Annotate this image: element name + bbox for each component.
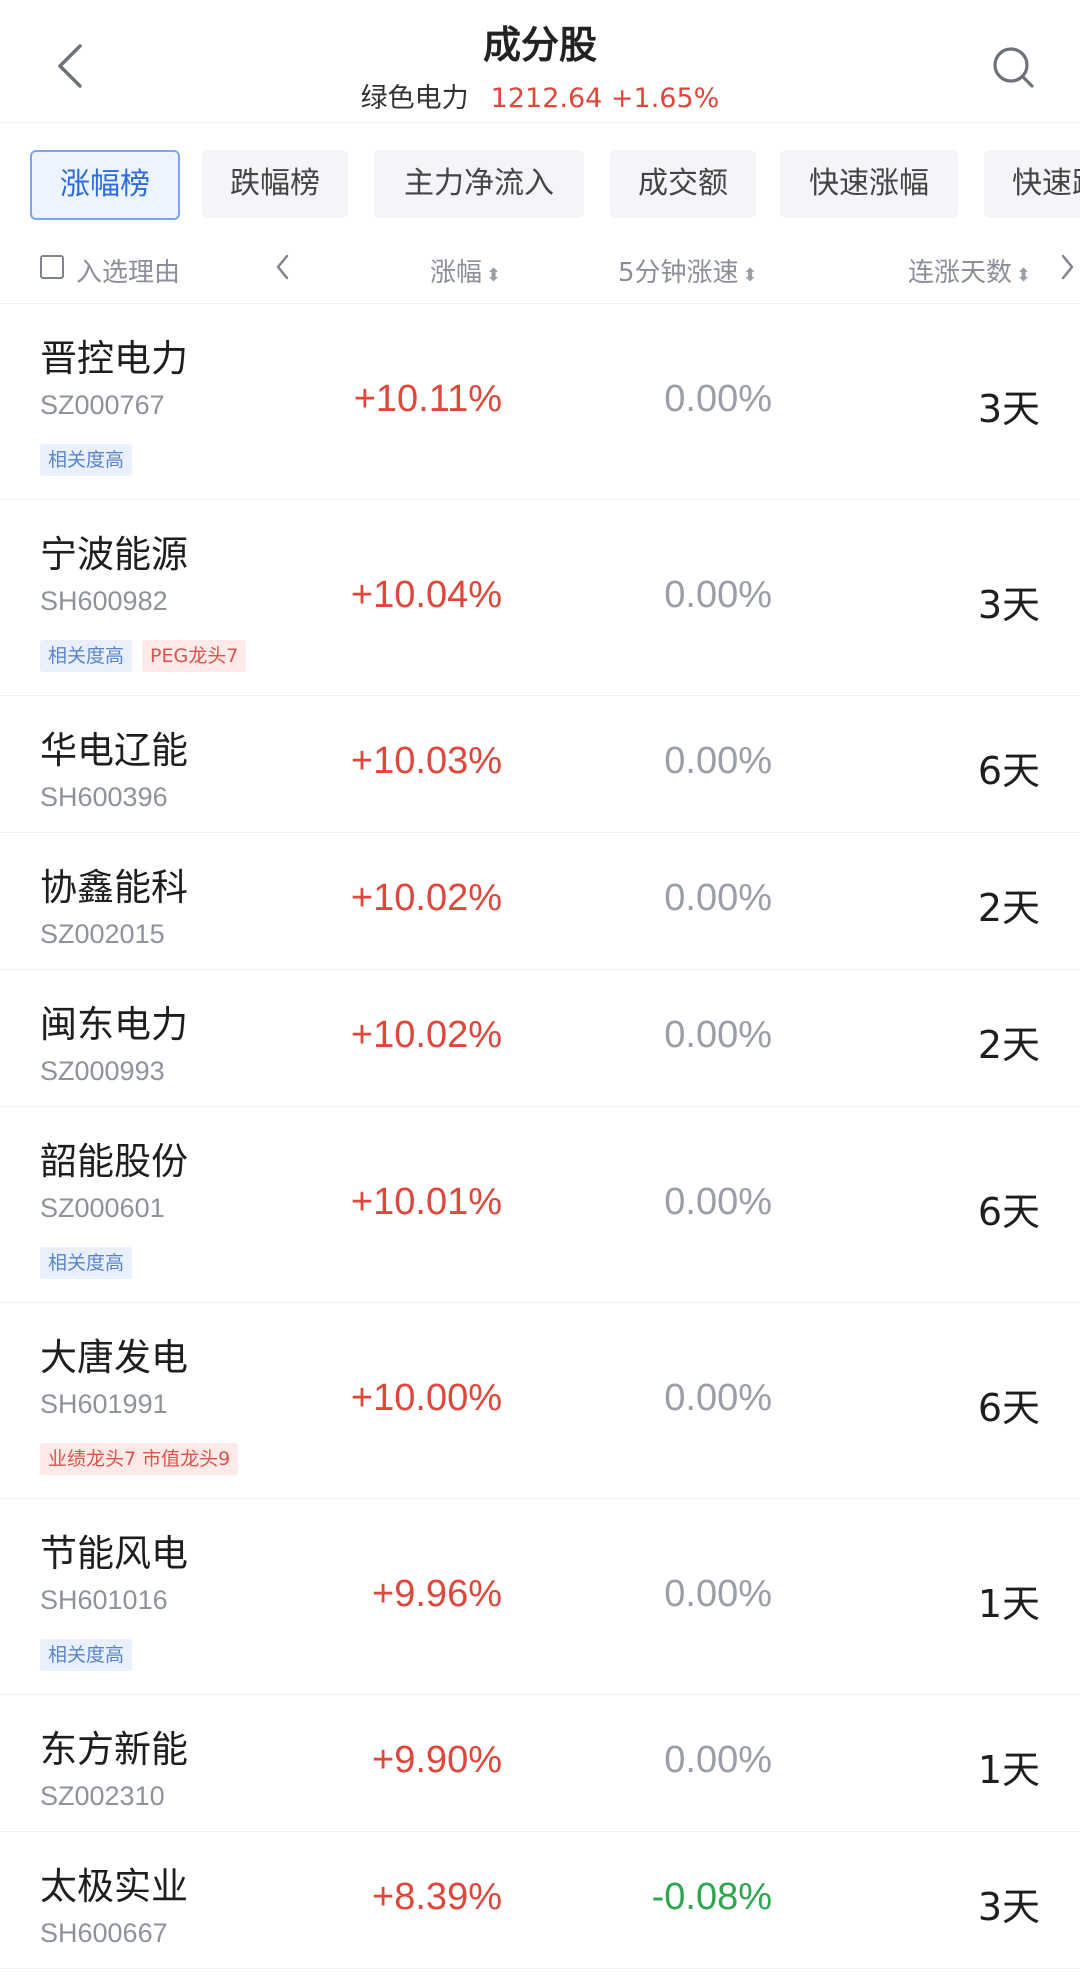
chevron-left-icon[interactable]: [274, 252, 292, 282]
select-checkbox[interactable]: [40, 255, 64, 279]
five-min-speed: 0.00%: [664, 1014, 772, 1056]
change-percent: +10.04%: [350, 574, 502, 616]
stock-code: SZ000993: [40, 1056, 165, 1086]
stock-row[interactable]: 东方新能 SZ002310 +9.90% 0.00% 1天: [0, 1695, 1080, 1832]
tab-turnover[interactable]: 成交额: [610, 150, 756, 218]
consecutive-days: 6天: [977, 1190, 1040, 1234]
stock-tags: 相关度高: [40, 1639, 142, 1671]
index-price: 1212.64: [490, 83, 603, 114]
stock-row[interactable]: 华电辽能 SH600396 +10.03% 0.00% 6天: [0, 696, 1080, 833]
index-summary: 绿色电力 1212.64 +1.65%: [0, 76, 1080, 115]
stock-code: SH601016: [40, 1585, 168, 1615]
consecutive-days: 2天: [977, 1023, 1040, 1067]
search-icon[interactable]: [990, 44, 1036, 90]
five-min-speed: 0.00%: [664, 1377, 772, 1419]
stock-code: SH601991: [40, 1389, 168, 1419]
change-percent: +10.02%: [350, 877, 502, 919]
sort-icon: ⬍: [742, 265, 758, 286]
consecutive-days: 3天: [977, 1885, 1040, 1929]
consecutive-days: 1天: [977, 1582, 1040, 1626]
stock-tags: 相关度高: [40, 1247, 142, 1279]
chevron-right-icon[interactable]: [1058, 252, 1076, 282]
column-5min-speed[interactable]: 5分钟涨速 ⬍: [618, 252, 758, 289]
stock-row[interactable]: 晋控电力 SZ000767 相关度高 +10.11% 0.00% 3天: [0, 304, 1080, 500]
stock-code: SZ002310: [40, 1781, 165, 1811]
index-change: +1.65%: [610, 83, 720, 114]
five-min-speed: 0.00%: [664, 1181, 772, 1223]
sort-icon: ⬍: [486, 265, 502, 286]
stock-tags: 业绩龙头7 市值龙头9: [40, 1443, 248, 1475]
stock-tags: 相关度高 PEG龙头7: [40, 640, 256, 672]
reason-tag[interactable]: 相关度高: [40, 640, 133, 672]
stock-code: SH600667: [40, 1918, 168, 1948]
stock-row[interactable]: 节能风电 SH601016 相关度高 +9.96% 0.00% 1天: [0, 1499, 1080, 1695]
column-reason: 入选理由: [76, 258, 181, 288]
reason-tag[interactable]: 相关度高: [40, 1247, 133, 1279]
change-percent: +10.00%: [350, 1377, 502, 1419]
five-min-speed: 0.00%: [664, 574, 772, 616]
stock-name: 太极实业: [40, 1865, 188, 1908]
column-header: 入选理由 涨幅 ⬍ 5分钟涨速 ⬍ 连涨天数 ⬍: [0, 240, 1080, 300]
five-min-speed: 0.00%: [664, 1739, 772, 1781]
consecutive-days: 6天: [977, 749, 1040, 793]
reason-tag[interactable]: PEG龙头7: [142, 640, 247, 672]
five-min-speed: -0.08%: [651, 1876, 772, 1918]
consecutive-days: 2天: [977, 886, 1040, 930]
stock-name: 闽东电力: [40, 1003, 188, 1046]
stock-code: SZ000767: [40, 390, 165, 420]
consecutive-days: 3天: [977, 583, 1040, 627]
change-percent: +10.02%: [350, 1014, 502, 1056]
consecutive-days: 1天: [977, 1748, 1040, 1792]
consecutive-days: 3天: [977, 387, 1040, 431]
column-change[interactable]: 涨幅 ⬍: [430, 252, 501, 289]
stock-code: SZ002015: [40, 919, 165, 949]
stock-name: 华电辽能: [40, 729, 188, 772]
stock-code: SZ000601: [40, 1193, 165, 1223]
change-percent: +10.03%: [350, 740, 502, 782]
change-percent: +9.90%: [372, 1739, 502, 1781]
column-consecutive-days[interactable]: 连涨天数 ⬍: [908, 252, 1031, 289]
reason-tag[interactable]: 业绩龙头7 市值龙头9: [40, 1443, 239, 1475]
five-min-speed: 0.00%: [664, 877, 772, 919]
stock-code: SH600982: [40, 586, 168, 616]
stock-name: 宁波能源: [40, 533, 188, 576]
stock-name: 节能风电: [40, 1532, 188, 1575]
page-title: 成分股: [482, 23, 597, 67]
five-min-speed: 0.00%: [664, 1573, 772, 1615]
change-percent: +10.01%: [350, 1181, 502, 1223]
stock-row[interactable]: 协鑫能科 SZ002015 +10.02% 0.00% 2天: [0, 833, 1080, 970]
ranking-tabs: 涨幅榜 跌幅榜 主力净流入 成交额 快速涨幅 快速跌: [0, 150, 1080, 220]
stock-row[interactable]: 大唐发电 SH601991 业绩龙头7 市值龙头9 +10.00% 0.00% 6天: [0, 1303, 1080, 1499]
top-bar: 成分股 绿色电力 1212.64 +1.65%: [0, 0, 1080, 122]
stock-row[interactable]: 闽东电力 SZ000993 +10.02% 0.00% 2天: [0, 970, 1080, 1107]
stock-row[interactable]: 太极实业 SH600667 +8.39% -0.08% 3天: [0, 1832, 1080, 1969]
stock-name: 晋控电力: [40, 337, 188, 380]
five-min-speed: 0.00%: [664, 740, 772, 782]
stock-tags: 相关度高: [40, 444, 142, 476]
stock-list: 晋控电力 SZ000767 相关度高 +10.11% 0.00% 3天 宁波能源 SH6009…: [0, 304, 1080, 1969]
sort-icon: ⬍: [1016, 265, 1032, 286]
stock-name: 协鑫能科: [40, 866, 188, 909]
stock-name: 东方新能: [40, 1728, 188, 1771]
index-name: 绿色电力: [360, 83, 469, 114]
change-percent: +10.11%: [353, 378, 502, 420]
stock-name: 韶能股份: [40, 1140, 188, 1183]
tab-main-net-inflow[interactable]: 主力净流入: [374, 150, 584, 218]
header-divider: [0, 122, 1080, 123]
consecutive-days: 6天: [977, 1386, 1040, 1430]
five-min-speed: 0.00%: [664, 378, 772, 420]
reason-tag[interactable]: 相关度高: [40, 1639, 133, 1671]
stock-row[interactable]: 韶能股份 SZ000601 相关度高 +10.01% 0.00% 6天: [0, 1107, 1080, 1303]
change-percent: +9.96%: [372, 1573, 502, 1615]
stock-row[interactable]: 宁波能源 SH600982 相关度高 PEG龙头7 +10.04% 0.00% 3天: [0, 500, 1080, 696]
tab-fast-fall[interactable]: 快速跌: [984, 150, 1080, 218]
tab-gainers[interactable]: 涨幅榜: [30, 150, 180, 220]
reason-tag[interactable]: 相关度高: [40, 444, 133, 476]
tab-fast-rise[interactable]: 快速涨幅: [780, 150, 958, 218]
stock-name: 大唐发电: [40, 1336, 188, 1379]
change-percent: +8.39%: [372, 1876, 502, 1918]
tab-losers[interactable]: 跌幅榜: [202, 150, 348, 218]
stock-code: SH600396: [40, 782, 168, 812]
